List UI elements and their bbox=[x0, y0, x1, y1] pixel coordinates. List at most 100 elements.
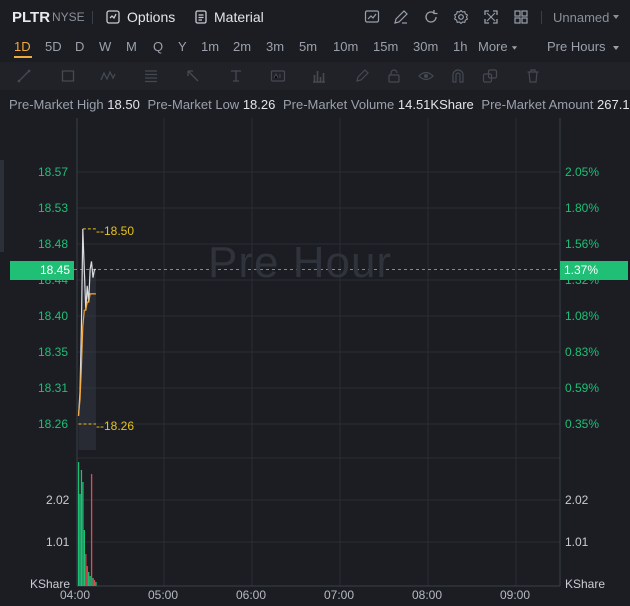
pct-tick: 0.59% bbox=[565, 381, 600, 395]
material-label: Material bbox=[214, 9, 264, 25]
period-y[interactable]: Y bbox=[178, 34, 187, 60]
time-tick: 04:00 bbox=[60, 588, 91, 602]
label-box-icon[interactable] bbox=[270, 68, 286, 84]
period-5d[interactable]: 5D bbox=[45, 34, 62, 60]
active-period-indicator bbox=[14, 56, 32, 58]
period-5m[interactable]: 5m bbox=[299, 34, 317, 60]
arrow-icon[interactable] bbox=[185, 68, 201, 84]
period-10m[interactable]: 10m bbox=[333, 34, 358, 60]
layout-name: Unnamed bbox=[553, 9, 610, 25]
pct-tick: 0.83% bbox=[565, 345, 600, 359]
lock-icon[interactable] bbox=[386, 68, 402, 84]
volume-bar bbox=[95, 582, 97, 586]
price-tick: 18.53 bbox=[38, 201, 69, 215]
amount-label: Pre-Market Amount bbox=[481, 97, 594, 112]
price-tick: 18.57 bbox=[38, 165, 69, 179]
text-tool-icon[interactable] bbox=[228, 68, 244, 84]
period-1h[interactable]: 1h bbox=[453, 34, 467, 60]
volume-bar bbox=[82, 482, 84, 586]
period-2m[interactable]: 2m bbox=[233, 34, 251, 60]
brush-icon[interactable] bbox=[354, 68, 370, 84]
drawing-toolbar bbox=[0, 62, 630, 90]
link-icon[interactable] bbox=[482, 68, 498, 84]
volume-tick: 1.01 bbox=[46, 535, 70, 549]
high-marker-label: --18.50 bbox=[96, 224, 135, 238]
volume-value: 14.51KShare bbox=[397, 97, 474, 112]
time-tick: 08:00 bbox=[412, 588, 443, 602]
volume-bar bbox=[85, 554, 87, 586]
trend-line-icon[interactable] bbox=[16, 68, 32, 84]
period-m[interactable]: M bbox=[126, 34, 137, 60]
fullscreen-icon[interactable] bbox=[483, 9, 499, 25]
volume-bar bbox=[86, 566, 88, 586]
high-marker-value: 18.50 bbox=[104, 224, 135, 238]
price-tick: 18.35 bbox=[38, 345, 69, 359]
low-label: Pre-Market Low bbox=[147, 97, 240, 112]
high-label: Pre-Market High bbox=[9, 97, 104, 112]
document-icon bbox=[195, 10, 207, 24]
price-tick: 18.48 bbox=[38, 237, 69, 251]
wave-pattern-icon[interactable] bbox=[100, 68, 116, 84]
symbol-ticker[interactable]: PLTR bbox=[12, 0, 50, 34]
grid-icon[interactable] bbox=[513, 9, 529, 25]
volume-bar bbox=[83, 530, 85, 586]
session-dropdown[interactable]: Pre Hours bbox=[547, 34, 620, 60]
pct-tick: 0.35% bbox=[565, 417, 600, 431]
price-tick: 18.40 bbox=[38, 309, 69, 323]
volume-tick: 2.02 bbox=[565, 493, 589, 507]
time-tick: 06:00 bbox=[236, 588, 267, 602]
period-30m[interactable]: 30m bbox=[413, 34, 438, 60]
magnet-icon[interactable] bbox=[450, 68, 466, 84]
more-label: More bbox=[478, 39, 508, 54]
period-w[interactable]: W bbox=[99, 34, 111, 60]
layout-selector[interactable]: Unnamed bbox=[553, 0, 620, 34]
time-tick: 07:00 bbox=[324, 588, 355, 602]
period-d[interactable]: D bbox=[75, 34, 84, 60]
material-button[interactable]: Material bbox=[195, 0, 264, 34]
more-periods-dropdown[interactable]: More bbox=[478, 34, 518, 60]
period-3m[interactable]: 3m bbox=[266, 34, 284, 60]
period-q[interactable]: Q bbox=[153, 34, 163, 60]
chart-canvas[interactable] bbox=[0, 118, 630, 606]
eye-icon[interactable] bbox=[418, 68, 434, 84]
volume-bar bbox=[77, 462, 80, 586]
refresh-icon[interactable] bbox=[423, 9, 439, 25]
pre-market-stats: Pre-Market High 18.50 Pre-Market Low 18.… bbox=[0, 94, 630, 116]
low-marker-value: 18.26 bbox=[104, 419, 135, 433]
options-button[interactable]: Options bbox=[106, 0, 175, 34]
session-label: Pre Hours bbox=[547, 39, 606, 54]
volume-tick: 2.02 bbox=[46, 493, 70, 507]
volume-bar bbox=[88, 572, 90, 586]
price-chart[interactable]: Pre Hour 18.57 18.53 18.48 18.44 18.40 1… bbox=[0, 118, 630, 606]
fib-levels-icon[interactable] bbox=[143, 68, 159, 84]
volume-bar bbox=[89, 576, 91, 586]
pct-tick: 1.08% bbox=[565, 309, 600, 323]
session-watermark: Pre Hour bbox=[208, 238, 393, 287]
trash-icon[interactable] bbox=[525, 68, 541, 84]
gear-icon[interactable] bbox=[453, 9, 469, 25]
low-value: 18.26 bbox=[242, 97, 276, 112]
options-icon bbox=[106, 10, 120, 24]
pct-tick: 2.05% bbox=[565, 165, 600, 179]
volume-unit-label: KShare bbox=[565, 577, 606, 591]
caret-down-icon bbox=[613, 46, 620, 50]
low-marker-label: --18.26 bbox=[96, 419, 135, 433]
rectangle-icon[interactable] bbox=[60, 68, 76, 84]
side-panel-handle[interactable] bbox=[0, 160, 4, 252]
volume-bar bbox=[93, 580, 96, 586]
volume-bar bbox=[80, 470, 83, 586]
amount-value: 267.16K bbox=[597, 97, 630, 112]
caret-down-icon bbox=[512, 46, 518, 50]
pencil-icon[interactable] bbox=[393, 9, 409, 25]
volume-label: Pre-Market Volume bbox=[282, 97, 395, 112]
current-change-tag: 1.37% bbox=[560, 261, 628, 280]
period-1m[interactable]: 1m bbox=[201, 34, 219, 60]
bar-chart-icon[interactable] bbox=[311, 68, 327, 84]
price-tick: 18.26 bbox=[38, 417, 69, 431]
options-label: Options bbox=[127, 9, 176, 25]
exchange-label: NYSE bbox=[52, 10, 85, 24]
high-value: 18.50 bbox=[107, 97, 140, 112]
toolbar-divider bbox=[92, 11, 93, 24]
chart-icon[interactable] bbox=[364, 9, 380, 25]
period-15m[interactable]: 15m bbox=[373, 34, 398, 60]
